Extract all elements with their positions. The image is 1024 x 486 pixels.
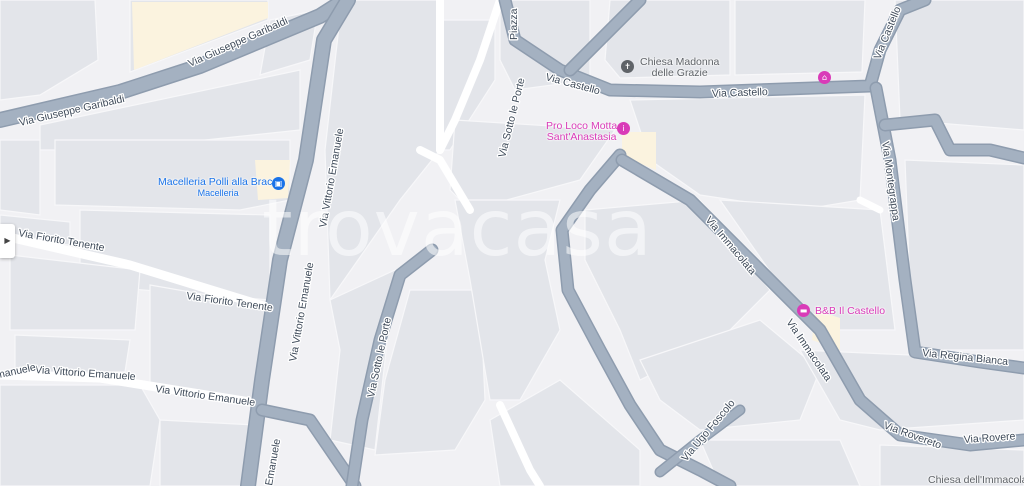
church-icon[interactable]: ✝ <box>621 60 634 73</box>
street-label-piazza: Piazza <box>508 8 520 40</box>
poi-bb-castello[interactable]: B&B Il Castello <box>815 306 885 317</box>
landmark-icon[interactable]: ⌂ <box>818 71 831 84</box>
street-label-castello-2: Via Castello <box>712 86 768 100</box>
poi-macelleria-line2: Macelleria <box>197 188 239 198</box>
poi-pro-loco-line2: Sant'Anastasia <box>546 131 617 143</box>
street-label-vittorio-2: Via Vittorio Emanuele <box>287 261 316 362</box>
bed-icon[interactable]: ▬ <box>797 304 810 317</box>
watermark-logo: trovacasa <box>262 184 653 274</box>
poi-macelleria-line1: Macelleria Polli alla Brace <box>158 176 279 188</box>
poi-chiesa-madonna-line2: delle Grazie <box>651 67 708 79</box>
shop-icon[interactable]: ▣ <box>272 177 285 190</box>
map-canvas[interactable]: Via Giuseppe Garibaldi Via Giuseppe Gari… <box>0 0 1024 486</box>
poi-bb-castello-line1: B&B Il Castello <box>815 305 886 317</box>
poi-pro-loco[interactable]: Pro Loco Motta Sant'Anastasia <box>546 121 617 143</box>
poi-macelleria[interactable]: Macelleria Polli alla Brace Macelleria <box>158 177 278 199</box>
street-label-vittorio-5: Emanuele <box>263 438 283 486</box>
info-icon[interactable]: i <box>617 122 630 135</box>
chevron-right-icon: ▶ <box>4 236 11 245</box>
poi-chiesa-immacolata[interactable]: Chiesa dell'Immacolata <box>928 475 1024 486</box>
poi-chiesa-madonna[interactable]: Chiesa Madonna delle Grazie <box>640 57 719 79</box>
expand-panel-button[interactable]: ▶ <box>0 224 15 258</box>
poi-chiesa-immacolata-line1: Chiesa dell'Immacolata <box>928 474 1024 486</box>
